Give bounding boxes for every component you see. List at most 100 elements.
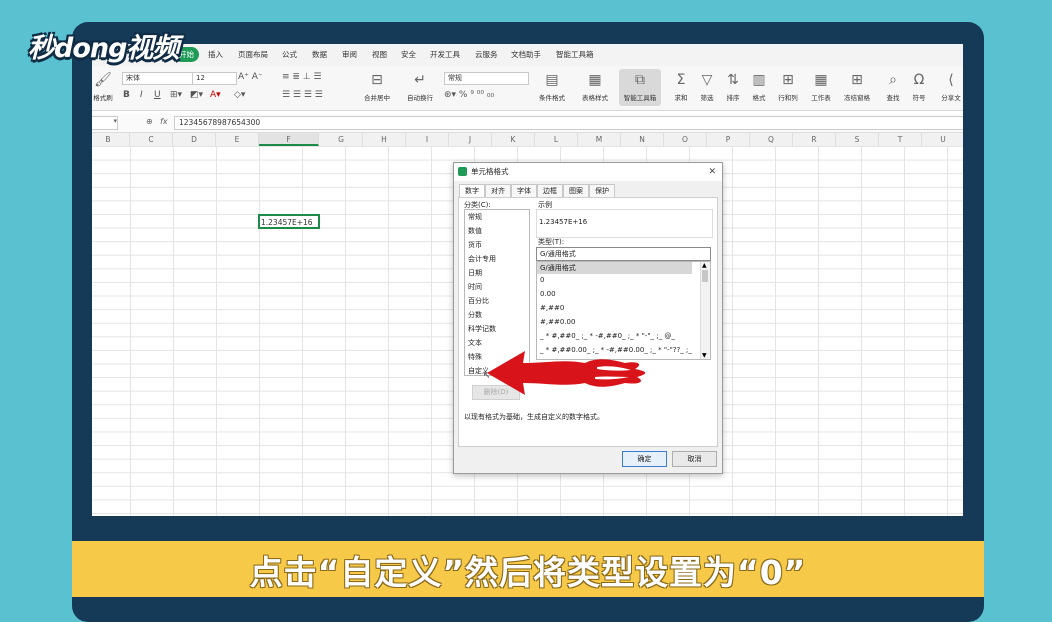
column-header[interactable]: H: [363, 133, 406, 146]
column-header[interactable]: B: [92, 133, 130, 146]
bold-icon[interactable]: B: [123, 90, 130, 100]
worksheet-icon: ▦: [814, 72, 828, 88]
type-list-scrollbar[interactable]: ▲ ▼: [700, 262, 710, 359]
tab-pattern[interactable]: 图案: [563, 184, 589, 198]
type-option[interactable]: #,##0: [540, 304, 692, 312]
scroll-down-icon[interactable]: ▼: [702, 352, 707, 359]
tab-cloud[interactable]: 云服务: [475, 49, 498, 60]
zoom-formula-icon[interactable]: ⊕: [146, 117, 153, 126]
category-item[interactable]: 分数: [468, 310, 482, 320]
active-cell[interactable]: 1.23457E+16: [258, 214, 320, 229]
column-header[interactable]: I: [406, 133, 449, 146]
column-header[interactable]: M: [578, 133, 621, 146]
column-header[interactable]: Q: [750, 133, 793, 146]
cancel-button[interactable]: 取消: [672, 451, 717, 467]
fill-color-icon[interactable]: ◩▾: [190, 90, 203, 100]
tab-alignment[interactable]: 对齐: [485, 184, 511, 198]
type-option[interactable]: 0: [540, 276, 692, 284]
border-icon[interactable]: ⊞▾: [170, 90, 182, 100]
tab-review[interactable]: 审阅: [342, 49, 357, 60]
fx-icon[interactable]: fx: [160, 117, 168, 126]
align-left-icon[interactable]: ☰ ☰ ☰ ☰: [282, 90, 323, 100]
tab-number[interactable]: 数字: [459, 184, 485, 198]
tab-security[interactable]: 安全: [401, 49, 416, 60]
type-list[interactable]: G/通用格式 0 0.00 #,##0 #,##0.00 _ * #,##0_ …: [536, 261, 711, 360]
auto-wrap-button[interactable]: ↵ 自动换行: [403, 66, 437, 102]
number-format-select[interactable]: 常规: [444, 72, 529, 85]
tab-insert[interactable]: 插入: [208, 49, 223, 60]
dialog-title: 单元格格式: [471, 167, 509, 176]
symbol-button[interactable]: Ω 符号: [908, 66, 930, 102]
font-name-select[interactable]: 宋体: [122, 72, 193, 85]
column-header[interactable]: U: [922, 133, 963, 146]
tab-font[interactable]: 字体: [511, 184, 537, 198]
tab-view[interactable]: 视图: [372, 49, 387, 60]
sort-button[interactable]: ⇅ 排序: [722, 66, 744, 102]
scroll-thumb[interactable]: [702, 270, 708, 282]
type-option-selected[interactable]: G/通用格式: [537, 262, 692, 274]
column-header[interactable]: C: [130, 133, 173, 146]
smart-toolbox-button[interactable]: ⧉ 智能工具箱: [619, 66, 661, 102]
close-icon[interactable]: ✕: [708, 163, 716, 181]
category-item[interactable]: 文本: [468, 338, 482, 348]
type-input[interactable]: G/通用格式: [536, 247, 711, 261]
category-item[interactable]: 百分比: [468, 296, 489, 306]
category-item[interactable]: 科学记数: [468, 324, 496, 334]
tab-border[interactable]: 边框: [537, 184, 563, 198]
formula-input[interactable]: 12345678987654300: [174, 116, 963, 130]
column-header[interactable]: N: [621, 133, 664, 146]
category-item[interactable]: 日期: [468, 268, 482, 278]
category-item[interactable]: 特殊: [468, 352, 482, 362]
align-top-icon[interactable]: ≡ ≣ ⊥ ☰: [282, 72, 322, 82]
column-header[interactable]: R: [793, 133, 836, 146]
column-header[interactable]: T: [879, 133, 922, 146]
name-box-dropdown[interactable]: ▾: [92, 116, 118, 130]
find-button[interactable]: ⌕ 查找: [882, 66, 904, 102]
underline-icon[interactable]: U: [154, 90, 161, 100]
ok-button[interactable]: 确定: [622, 451, 667, 467]
italic-icon[interactable]: I: [140, 90, 143, 100]
clear-icon[interactable]: ◇▾: [234, 90, 245, 100]
category-item[interactable]: 数值: [468, 226, 482, 236]
column-header[interactable]: J: [449, 133, 492, 146]
column-header-active[interactable]: F: [259, 133, 319, 146]
percent-icon[interactable]: ⊛▾ % ⁹ ⁰⁰ ₀₀: [444, 90, 494, 100]
category-item[interactable]: 常规: [468, 212, 482, 222]
tab-developer[interactable]: 开发工具: [430, 49, 460, 60]
column-header[interactable]: E: [216, 133, 259, 146]
tab-data[interactable]: 数据: [312, 49, 327, 60]
scroll-up-icon[interactable]: ▲: [702, 262, 707, 269]
column-header[interactable]: O: [664, 133, 707, 146]
tab-page-layout[interactable]: 页面布局: [238, 49, 268, 60]
category-item[interactable]: 会计专用: [468, 254, 496, 264]
tab-doc-assistant[interactable]: 文档助手: [511, 49, 541, 60]
column-header[interactable]: G: [320, 133, 363, 146]
font-size-select[interactable]: 12: [192, 72, 237, 85]
category-item[interactable]: 货币: [468, 240, 482, 250]
column-header[interactable]: D: [173, 133, 216, 146]
freeze-panes-button[interactable]: ⊞ 冻结窗格: [840, 66, 874, 102]
format-button[interactable]: ▥ 格式: [748, 66, 770, 102]
tab-formula[interactable]: 公式: [282, 49, 297, 60]
category-item[interactable]: 时间: [468, 282, 482, 292]
type-option[interactable]: #,##0.00: [540, 318, 692, 326]
merge-center-button[interactable]: ⊟ 合并居中: [360, 66, 394, 102]
font-color-icon[interactable]: A▾: [210, 90, 221, 100]
column-header[interactable]: P: [707, 133, 750, 146]
type-option[interactable]: _ * #,##0_ ;_ * -#,##0_ ;_ * "-"_ ;_ @_: [540, 332, 692, 340]
column-header[interactable]: S: [836, 133, 879, 146]
conditional-format-button[interactable]: ▤ 条件格式: [532, 66, 572, 102]
type-option[interactable]: 0.00: [540, 290, 692, 298]
grow-font-icon[interactable]: A⁺ A⁻: [238, 72, 263, 82]
column-header[interactable]: K: [492, 133, 535, 146]
format-painter-button[interactable]: 🖌 格式刷: [92, 66, 114, 102]
tab-protection[interactable]: 保护: [589, 184, 615, 198]
row-col-button[interactable]: ⊞ 行和列: [775, 66, 801, 102]
worksheet-button[interactable]: ▦ 工作表: [808, 66, 834, 102]
column-header[interactable]: L: [535, 133, 578, 146]
sum-button[interactable]: Σ 求和: [670, 66, 692, 102]
table-style-button[interactable]: ▦ 表格样式: [575, 66, 615, 102]
tab-smart-toolbox[interactable]: 智能工具箱: [556, 49, 594, 60]
filter-button[interactable]: ▽ 筛选: [696, 66, 718, 102]
share-button[interactable]: ⟨ 分享文: [938, 66, 963, 102]
